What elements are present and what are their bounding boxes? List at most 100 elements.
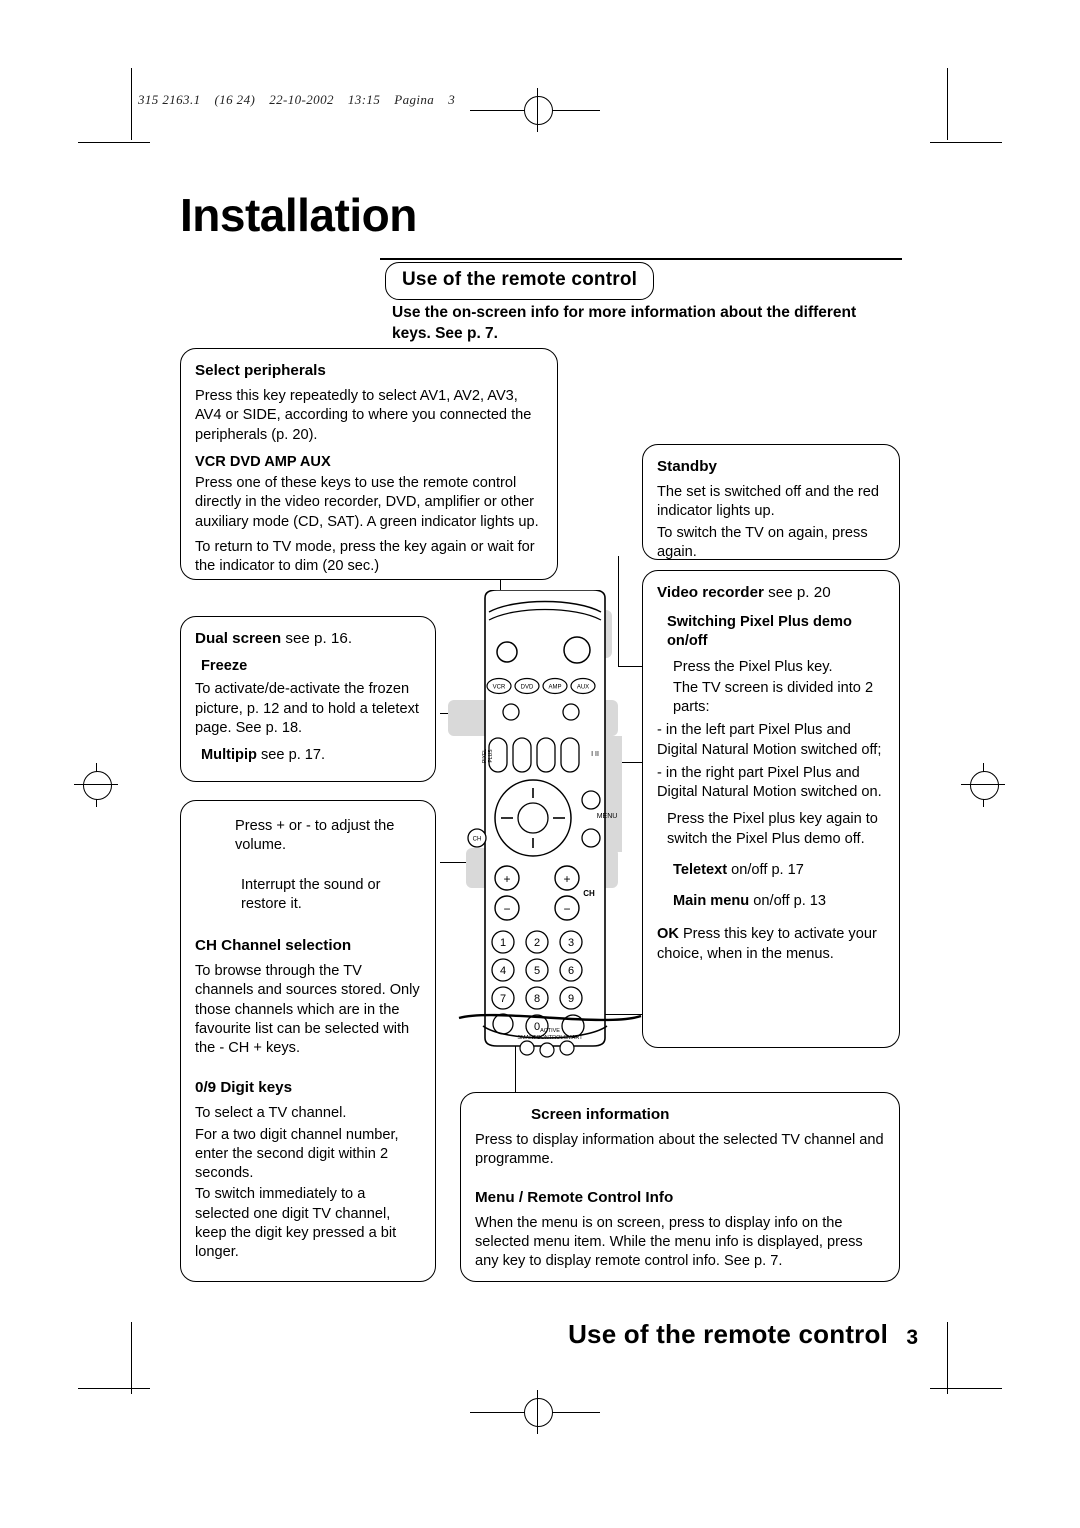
svg-text:I II: I II	[591, 751, 599, 758]
standby-heading: Standby	[657, 458, 717, 475]
dual-screen-heading-text: Dual screen	[195, 630, 282, 647]
footer-title: Use of the remote control	[568, 1319, 888, 1349]
svg-text:PLUS: PLUS	[488, 749, 494, 763]
svg-text:+: +	[563, 872, 570, 886]
teletext-line: Teletext on/off p. 17	[673, 861, 885, 880]
standby-p1: The set is switched off and the red indi…	[657, 484, 880, 520]
mainmenu-label: Main menu	[673, 893, 750, 910]
svg-text:−: −	[503, 902, 510, 916]
slug-part-3: 13:15	[347, 92, 381, 107]
video-recorder-p3: - in the left part Pixel Plus and Digita…	[657, 722, 882, 758]
screen-information-p1: Press to display information about the s…	[475, 1132, 884, 1168]
svg-text:CH: CH	[583, 889, 595, 898]
digit-keys-heading: 0/9 Digit keys	[195, 1079, 293, 1097]
section-pill: Use of the remote control	[385, 262, 655, 300]
svg-text:MENU: MENU	[597, 813, 618, 820]
standby-p2: To switch the TV on again, press again.	[657, 524, 868, 560]
digit-keys-p4: To select a TV channel.	[195, 1105, 347, 1122]
dual-screen-heading-note: see p. 16.	[285, 630, 353, 647]
title-rule	[380, 258, 902, 260]
teletext-note: on/off p. 17	[731, 861, 804, 878]
crop-mark-right-h	[930, 142, 1002, 143]
mainmenu-note: on/off p. 13	[753, 893, 827, 910]
video-recorder-heading: Video recorder see p. 20	[657, 583, 885, 603]
multipip-label: Multipip	[201, 747, 257, 764]
ok-note: Press this key to activate your choice, …	[657, 926, 877, 962]
screen-information-p2: When the menu is on screen, press to dis…	[475, 1214, 863, 1270]
slug-part-2: 22-10-2002	[269, 92, 334, 107]
box-video-recorder: Video recorder see p. 20 Switching Pixel…	[642, 570, 900, 1048]
intro-text: Use the on-screen info for more informat…	[392, 304, 857, 342]
dual-screen-heading: Dual screen see p. 16.	[195, 629, 421, 649]
svg-text:VCR: VCR	[493, 685, 506, 691]
svg-text:2: 2	[534, 937, 540, 949]
menu-remote-info-heading: Menu / Remote Control Info	[475, 1188, 674, 1206]
slug-part-4: Pagina	[394, 92, 435, 107]
svg-text:ACTIVE: ACTIVE	[540, 1028, 560, 1034]
svg-text:4: 4	[500, 965, 506, 977]
footer-page-number: 3	[906, 1326, 918, 1349]
pixel-plus-subheading: Switching Pixel Plus demo on/off	[667, 614, 852, 650]
svg-text:5: 5	[534, 965, 540, 977]
svg-text:3: 3	[568, 937, 574, 949]
ok-line: OK Press this key to activate your choic…	[657, 925, 885, 964]
select-peripherals-p3: To return to TV mode, press the key agai…	[195, 538, 535, 575]
crop-mark-top-right-v	[947, 68, 948, 140]
svg-text:DVD: DVD	[521, 685, 534, 691]
select-peripherals-p2: Press one of these keys to use the remot…	[195, 475, 539, 530]
page-title: Installation	[180, 189, 417, 241]
volume-p1: Press + or - to adjust the volume.	[235, 818, 395, 854]
svg-text:AMP: AMP	[548, 685, 561, 691]
dual-screen-subheading: Freeze	[201, 658, 248, 675]
slug-part-0: 315 2163.1	[138, 92, 201, 107]
video-recorder-heading-text: Video recorder	[657, 584, 764, 601]
video-recorder-p4: - in the right part Pixel Plus and Digit…	[657, 764, 882, 801]
svg-text:6: 6	[568, 965, 574, 977]
box-select-peripherals: Select peripherals Press this key repeat…	[180, 348, 558, 580]
svg-text:7: 7	[500, 993, 506, 1005]
box-standby: Standby The set is switched off and the …	[642, 444, 900, 560]
select-peripherals-p1: Press this key repeatedly to select AV1,…	[195, 388, 532, 443]
digit-keys-p5: For a two digit channel number, enter th…	[195, 1126, 399, 1182]
dual-screen-multipip: Multipip see p. 17.	[201, 746, 421, 765]
teletext-label: Teletext	[673, 861, 728, 878]
video-recorder-heading-note: see p. 20	[768, 584, 831, 601]
video-recorder-p1: Press the Pixel Plus key.	[673, 658, 833, 675]
select-peripherals-subheading: VCR DVD AMP AUX	[195, 453, 331, 470]
channel-selection-heading: CH Channel selection	[195, 937, 352, 954]
crop-mark-bottom-right-v	[947, 1322, 948, 1394]
svg-text:CH: CH	[473, 837, 482, 843]
box-screen-information: Screen information Press to display info…	[460, 1092, 900, 1282]
svg-text:−: −	[563, 902, 570, 916]
svg-text:1: 1	[500, 937, 506, 949]
dual-screen-p1: To activate/de-activate the frozen pictu…	[195, 681, 419, 736]
box-volume-channels: Press + or - to adjust the volume. Inter…	[180, 800, 436, 1282]
select-peripherals-heading: Select peripherals	[195, 362, 326, 379]
video-recorder-p2: The TV screen is divided into 2 parts:	[673, 679, 874, 716]
ok-label: OK	[657, 926, 679, 943]
mainmenu-line: Main menu on/off p. 13	[673, 892, 885, 911]
svg-text:9: 9	[568, 993, 574, 1005]
channel-selection-p3: To browse through the TV channels and so…	[195, 963, 420, 1057]
document-page: 315 2163.1 (16 24) 22-10-2002 13:15 Pagina 3 …	[0, 0, 1080, 1528]
svg-text:8: 8	[534, 993, 540, 1005]
crop-mark-right-bottom-h	[930, 1388, 1002, 1389]
video-recorder-p5: Press the Pixel plus key again to switch…	[667, 811, 878, 847]
slug-part-5: 3	[448, 92, 456, 107]
multipip-note: see p. 17.	[261, 747, 326, 764]
crop-mark-bottom-left-v	[131, 1322, 132, 1394]
volume-p2: Interrupt the sound or restore it.	[241, 876, 381, 912]
svg-text:AUX: AUX	[577, 685, 589, 691]
remote-control-illustration: VCR DVD AMP AUX PIXEL PLUS I II MENU CH …	[455, 589, 635, 1050]
svg-text:+: +	[503, 872, 510, 886]
digit-keys-p6: To switch immediately to a selected one …	[195, 1186, 397, 1261]
crop-mark-left-bottom-h	[78, 1388, 150, 1389]
svg-text:SMARTCONTROLSMART: SMARTCONTROLSMART	[517, 1035, 583, 1041]
screen-information-heading: Screen information	[531, 1106, 670, 1123]
remote-bottom-strip: ACTIVE SMARTCONTROLSMART	[455, 1012, 645, 1060]
slug-part-1: (16 24)	[214, 92, 256, 107]
box-dual-screen: Dual screen see p. 16. Freeze To activat…	[180, 616, 436, 782]
crop-mark-top-left-v	[131, 68, 132, 140]
crop-mark-left-h	[78, 142, 150, 143]
print-slug: 315 2163.1 (16 24) 22-10-2002 13:15 Pagina 3	[138, 92, 469, 108]
